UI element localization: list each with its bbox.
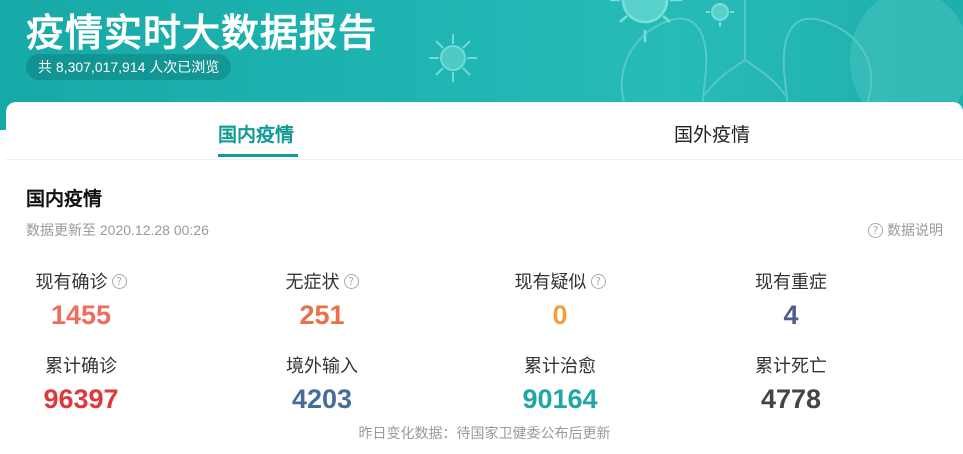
stat-label-text: 累计治愈 [524,356,596,377]
stat-label-text: 现有重症 [755,272,827,293]
stat-label-text: 境外输入 [286,356,358,377]
question-circle-icon[interactable]: ? [343,273,359,289]
stat-label-text: 无症状 [285,272,340,293]
stat-label-text: 累计死亡 [755,356,827,377]
region-tabs: 国内疫情 国外疫情 [6,102,963,160]
stat-value: 90164 [522,384,598,414]
stat-value: 4778 [760,384,822,414]
stat-value: 0 [552,300,568,330]
stat-asymptomatic: 无症状? 251 [222,268,422,331]
update-timestamp: 数据更新至 2020.12.28 00:26 [26,222,209,238]
question-circle-icon[interactable]: ? [590,273,606,289]
stat-label: 现有确诊? [36,268,127,294]
stat-value: 4 [783,300,799,330]
stat-total-deaths: 累计死亡 4778 [691,352,891,415]
stat-label: 无症状? [286,268,359,294]
stat-value: 1455 [50,300,112,330]
stat-value: 96397 [43,384,119,414]
stat-current-suspected: 现有疑似? 0 [460,268,660,331]
stat-current-severe: 现有重症 4 [691,268,891,331]
stat-label-text: 累计确诊 [45,356,117,377]
stat-label: 现有重症 [755,268,827,294]
stat-label: 累计治愈 [524,352,596,378]
content-card: 国内疫情 国外疫情 国内疫情 数据更新至 2020.12.28 00:26 ? … [6,102,963,454]
view-count-badge: 共 8,307,017,914 人次已浏览 [26,54,232,80]
virus-icon [706,3,734,27]
data-explanation-label: 数据说明 [887,223,943,239]
tab-international[interactable]: 国外疫情 [674,120,750,147]
question-circle-icon[interactable]: ? [111,273,127,289]
tab-domestic[interactable]: 国内疫情 [218,120,294,147]
active-tab-indicator [218,154,298,157]
virus-icon [429,34,477,82]
stat-label-text: 现有疑似 [514,272,587,293]
stat-total-confirmed: 累计确诊 96397 [0,352,181,415]
stat-value: 4203 [291,384,353,414]
stat-label: 境外输入 [286,352,358,378]
page-title: 疫情实时大数据报告 [26,11,378,55]
stat-total-recovered: 累计治愈 90164 [460,352,660,415]
section-title: 国内疫情 [26,188,103,210]
stat-label: 累计确诊 [45,352,117,378]
footnote: 昨日变化数据：待国家卫健委公布后更新 [358,426,611,442]
stat-label: 现有疑似? [515,268,606,294]
stat-value: 251 [299,300,345,330]
stat-current-confirmed: 现有确诊? 1455 [0,268,181,331]
stat-label-text: 现有确诊 [35,272,108,293]
data-explanation-link[interactable]: ? 数据说明 [868,220,943,240]
question-circle-icon: ? [868,222,883,238]
stat-imported-cases: 境外输入 4203 [222,352,422,415]
stat-label: 累计死亡 [755,352,827,378]
